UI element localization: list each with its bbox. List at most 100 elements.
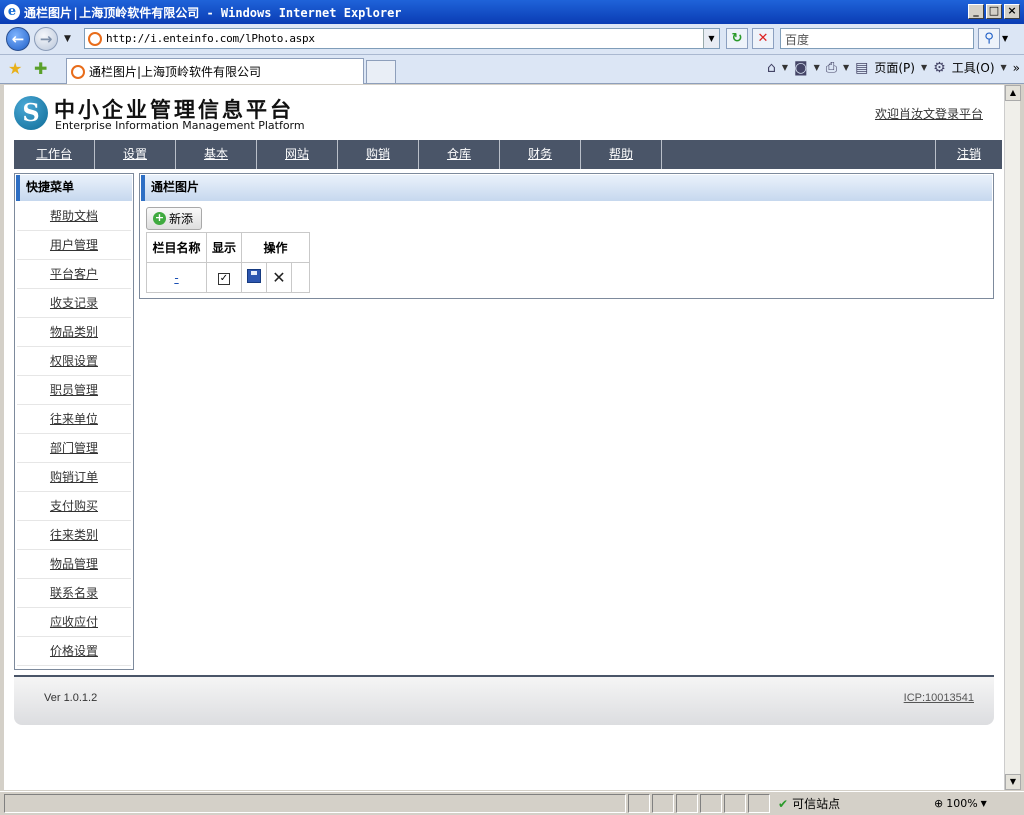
page-menu[interactable]: 页面(P) [874,59,915,76]
scroll-down-icon[interactable]: ▼ [1005,774,1021,790]
sidebar-item-contacts[interactable]: 联系名录 [17,579,131,608]
row-name-cell: - [146,262,207,293]
address-dropdown-icon[interactable]: ▼ [703,29,719,48]
row-name-link[interactable]: - [174,271,178,285]
sidebar-item-receivables[interactable]: 应收应付 [17,608,131,637]
sidebar-item-partners[interactable]: 往来单位 [17,405,131,434]
page-menu-icon: ▤ [855,59,869,76]
favorites-star-icon[interactable]: ★ [8,59,22,78]
sidebar-item-partner-categories[interactable]: 往来类别 [17,521,131,550]
ie-icon: e [4,4,20,20]
add-favorites-icon[interactable]: ✚ [34,59,47,78]
nav-item-website[interactable]: 网站 [257,140,338,169]
print-icon[interactable]: ⎙ [826,60,837,76]
sidebar-item-sales-orders[interactable]: 购销订单 [17,463,131,492]
home-dropdown-icon[interactable]: ▼ [782,63,788,72]
minimize-button[interactable]: _ [968,4,984,19]
logout-link[interactable]: 注销 [936,140,1002,169]
table-header-row: 栏目名称 显示 操作 [146,232,310,263]
nav-item-warehouse[interactable]: 仓库 [419,140,500,169]
zoom-icon: ⊕ [934,797,944,810]
sidebar-title: 快捷菜单 [16,175,132,201]
address-toolbar: ← → ▼ http://i.enteinfo.com/lPhoto.aspx … [0,24,1024,55]
feeds-icon[interactable]: ◙ [794,60,808,76]
banner-table: 栏目名称 显示 操作 - ✓ ✕ [146,232,310,293]
zoom-dropdown-icon[interactable]: ▼ [981,799,987,808]
sidebar-item-user-management[interactable]: 用户管理 [17,231,131,260]
print-dropdown-icon[interactable]: ▼ [843,63,849,72]
zoom-level: 100% [946,797,978,810]
nav-item-finance[interactable]: 财务 [500,140,581,169]
sidebar-item-payment[interactable]: 支付购买 [17,492,131,521]
search-button[interactable]: ⚲ [978,28,1000,49]
row-delete-cell: ✕ [266,262,292,293]
sidebar-item-income-expense[interactable]: 收支记录 [17,289,131,318]
status-cell [700,794,722,813]
zoom-control[interactable]: ⊕ 100% ▼ [934,794,987,813]
security-zone[interactable]: ✔ 可信站点 [774,794,930,813]
site-header: S 中小企业管理信息平台 Enterprise Information Mana… [4,85,1004,140]
sidebar-item-help-docs[interactable]: 帮助文档 [17,202,131,231]
back-button[interactable]: ← [6,27,30,51]
quick-menu-sidebar: 快捷菜单 帮助文档 用户管理 平台客户 收支记录 物品类别 权限设置 职员管理 … [14,173,134,670]
sidebar-item-staff[interactable]: 职员管理 [17,376,131,405]
chevron-more-icon[interactable]: » [1013,61,1020,75]
status-cell [724,794,746,813]
page-dropdown-icon[interactable]: ▼ [921,63,927,72]
nav-item-workbench[interactable]: 工作台 [14,140,95,169]
column-header-name: 栏目名称 [146,232,207,263]
address-url: http://i.enteinfo.com/lPhoto.aspx [106,32,315,45]
save-icon[interactable] [247,269,261,283]
nav-item-help[interactable]: 帮助 [581,140,662,169]
tab-toolbar: ★ ✚ 通栏图片|上海顶岭软件有限公司 ⌂ ▼ ◙ ▼ ⎙ ▼ ▤ 页面(P) ▼ ⚙ … [0,55,1024,84]
add-button[interactable]: + 新添 [146,207,202,230]
search-input[interactable]: 百度 [780,28,974,49]
address-field[interactable]: http://i.enteinfo.com/lPhoto.aspx ▼ [84,28,720,49]
nav-spacer [662,140,936,169]
window-controls: _ □ × [968,4,1020,19]
vertical-scrollbar[interactable]: ▲ ▼ [1004,85,1021,790]
nav-item-basic[interactable]: 基本 [176,140,257,169]
sidebar-item-item-categories[interactable]: 物品类别 [17,318,131,347]
close-button[interactable]: × [1004,4,1020,19]
page-viewport: S 中小企业管理信息平台 Enterprise Information Mana… [4,85,1004,790]
panel-title: 通栏图片 [141,175,992,201]
show-checkbox[interactable]: ✓ [218,273,230,285]
forward-button[interactable]: → [34,27,58,51]
sidebar-item-items[interactable]: 物品管理 [17,550,131,579]
status-bar: ✔ 可信站点 ⊕ 100% ▼ [0,791,1024,815]
sidebar-item-platform-clients[interactable]: 平台客户 [17,260,131,289]
scroll-up-icon[interactable]: ▲ [1005,85,1021,101]
site-subtitle: Enterprise Information Management Platfo… [55,119,305,132]
icp-link[interactable]: ICP:10013541 [904,692,974,704]
tools-menu[interactable]: 工具(O) [952,59,995,76]
sidebar-item-pricing[interactable]: 价格设置 [17,637,131,666]
row-empty-cell [291,262,310,293]
search-options-dropdown-icon[interactable]: ▼ [1002,34,1008,43]
tools-gear-icon: ⚙ [933,59,946,76]
nav-item-sales[interactable]: 购销 [338,140,419,169]
security-zone-label: 可信站点 [792,797,841,811]
table-row: - ✓ ✕ [146,262,310,293]
status-cell [676,794,698,813]
home-icon[interactable]: ⌂ [767,60,776,76]
recent-pages-dropdown-icon[interactable]: ▼ [64,34,71,44]
trusted-check-icon: ✔ [778,796,789,811]
logo-icon: S [14,96,48,130]
tools-dropdown-icon[interactable]: ▼ [1001,63,1007,72]
refresh-button[interactable]: ↻ [726,28,748,49]
stop-button[interactable]: ✕ [752,28,774,49]
new-tab-button[interactable] [366,60,396,84]
plus-icon: + [153,211,166,225]
sidebar-item-permissions[interactable]: 权限设置 [17,347,131,376]
nav-item-settings[interactable]: 设置 [95,140,176,169]
sidebar-item-departments[interactable]: 部门管理 [17,434,131,463]
command-bar: ⌂ ▼ ◙ ▼ ⎙ ▼ ▤ 页面(P) ▼ ⚙ 工具(O) ▼ » [767,59,1020,76]
feeds-dropdown-icon[interactable]: ▼ [814,63,820,72]
tab-page-icon [71,64,85,79]
welcome-link[interactable]: 欢迎肖汝文登录平台 [875,105,983,122]
browser-tab[interactable]: 通栏图片|上海顶岭软件有限公司 [66,58,364,84]
delete-icon[interactable]: ✕ [272,268,285,287]
status-cell [748,794,770,813]
maximize-button[interactable]: □ [986,4,1002,19]
